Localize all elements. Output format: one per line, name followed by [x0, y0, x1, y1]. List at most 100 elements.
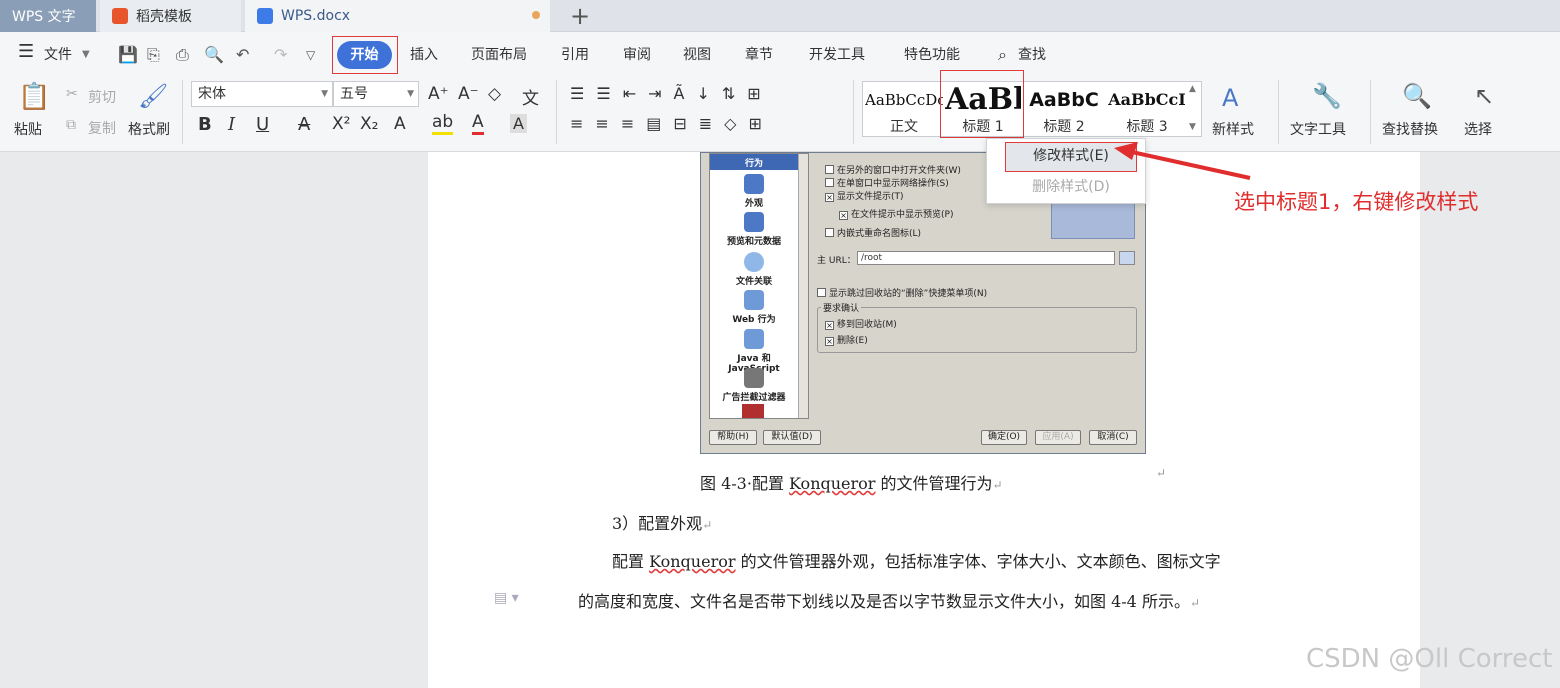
para-keyword: Konqueror — [649, 552, 736, 571]
style-heading-3[interactable]: AaBbCcI 标题 3 — [1107, 82, 1187, 138]
redo-icon[interactable]: ↷ — [274, 44, 287, 66]
hamburger-icon[interactable]: ☰ — [18, 41, 34, 63]
wrench-icon[interactable]: 🔧 — [1312, 82, 1342, 110]
menu-page-layout[interactable]: 页面布局 — [471, 44, 527, 66]
bold-icon[interactable]: B — [198, 114, 212, 135]
highlight-icon[interactable]: ab — [432, 112, 454, 135]
option-label: 移到回收站(M) — [837, 320, 897, 330]
figure-caption[interactable]: 图 4-3·配置 Konqueror 的文件管理行为↵ — [700, 470, 1003, 494]
select-button[interactable]: 选择 — [1464, 119, 1492, 139]
tab-label: 稻壳模板 — [136, 9, 192, 25]
style-label: 标题 3 — [1126, 119, 1168, 135]
nav-label: 广告拦截过滤器 — [722, 393, 786, 403]
grow-font-icon[interactable]: A⁺ — [428, 84, 449, 104]
menu-section[interactable]: 章节 — [745, 44, 773, 66]
scroll-up-icon[interactable]: ▲ — [1189, 84, 1196, 94]
text-tools-button[interactable]: 文字工具 — [1290, 119, 1346, 139]
tab-docer-templates[interactable]: 稻壳模板 — [100, 0, 241, 32]
menu-view[interactable]: 视图 — [683, 44, 711, 66]
find-replace-button[interactable]: 查找替换 — [1382, 119, 1438, 139]
paste-icon[interactable]: 📋 — [18, 82, 50, 112]
nav-file-assoc: 文件关联 — [710, 252, 798, 287]
help-button: 帮助(H) — [709, 430, 757, 445]
watermark: CSDN @Oll Correct — [1306, 644, 1553, 674]
paragraph-line-1[interactable]: 配置 Konqueror 的文件管理器外观，包括标准字体、字体大小、文本颜色、图… — [612, 548, 1221, 572]
copy-button[interactable]: 复制 — [88, 118, 116, 138]
more-styles-icon[interactable]: ▼ — [1189, 122, 1196, 132]
find-replace-icon[interactable]: 🔍 — [1402, 82, 1432, 110]
paste-button[interactable]: 粘贴 — [14, 119, 42, 139]
nav-preview: 预览和元数据 — [710, 212, 798, 247]
nav-adblock: 广告拦截过滤器 — [710, 368, 798, 403]
para-text: 配置 — [612, 552, 650, 571]
cut-button[interactable]: 剪切 — [88, 87, 116, 107]
print-preview-icon[interactable]: 🔍 — [204, 44, 224, 66]
chevron-down-icon[interactable]: ▼ — [82, 44, 90, 66]
shrink-font-icon[interactable]: A⁻ — [458, 84, 479, 104]
menu-search[interactable]: 查找 — [1018, 44, 1046, 66]
format-painter-icon[interactable]: 🖌 — [138, 82, 168, 110]
cancel-button: 取消(C) — [1089, 430, 1137, 445]
font-color-icon[interactable]: A — [472, 112, 484, 135]
undo-icon[interactable]: ↶ — [236, 44, 249, 66]
divider — [182, 80, 183, 144]
new-tab-icon[interactable]: + — [570, 2, 590, 30]
new-style-icon[interactable]: A — [1222, 84, 1238, 112]
style-heading-2[interactable]: AaBbC 标题 2 — [1023, 82, 1105, 138]
option-label: 在文件提示中显示预览(P) — [851, 210, 954, 220]
strikethrough-icon[interactable]: A — [298, 114, 310, 135]
save-icon[interactable]: 💾 — [118, 44, 138, 66]
paragraph-line-2[interactable]: 的高度和宽度、文件名是否带下划线以及是否以字节数显示文件大小，如图 4-4 所示… — [578, 588, 1200, 612]
italic-icon[interactable]: I — [228, 114, 235, 135]
font-size-select[interactable]: 五号 ▼ — [333, 81, 419, 107]
more-icon[interactable]: ▽ — [306, 44, 315, 66]
menu-features[interactable]: 特色功能 — [904, 44, 960, 66]
phonetic-icon[interactable]: 文 — [522, 84, 539, 109]
menu-file[interactable]: 文件 — [44, 44, 72, 66]
format-painter-button[interactable]: 格式刷 — [128, 119, 170, 139]
java-icon — [744, 329, 764, 349]
confirm-group — [817, 307, 1137, 353]
new-style-button[interactable]: 新样式 — [1212, 119, 1254, 139]
tab-label: WPS 文字 — [12, 9, 76, 25]
output-icon[interactable]: ⎘ — [147, 44, 160, 66]
menu-insert[interactable]: 插入 — [410, 44, 438, 66]
tab-document[interactable]: WPS.docx — [245, 0, 550, 32]
filter-icon — [744, 368, 764, 388]
tab-label: WPS.docx — [281, 8, 351, 24]
nav-appearance: 外观 — [710, 174, 798, 209]
select-cursor-icon[interactable]: ↖ — [1474, 82, 1494, 110]
chevron-down-icon: ▼ — [407, 89, 414, 99]
nav-label: Web 行为 — [732, 315, 776, 325]
superscript-icon[interactable]: X² — [332, 114, 350, 134]
file-assoc-icon — [744, 252, 764, 272]
clear-format-icon[interactable]: ◇ — [488, 84, 501, 104]
paragraph-handle-icon[interactable]: ▤ ▾ — [494, 590, 519, 606]
menu-references[interactable]: 引用 — [561, 44, 589, 66]
scissors-icon[interactable]: ✂ — [66, 86, 78, 102]
confirm-2: × 删除(E) — [825, 336, 868, 346]
copy-icon[interactable]: ⧉ — [66, 117, 76, 133]
style-preview: AaBbC — [1029, 89, 1099, 111]
style-label: 正文 — [890, 119, 918, 135]
subscript-icon[interactable]: X₂ — [360, 114, 378, 134]
section-heading[interactable]: 3）配置外观↵ — [612, 510, 712, 534]
tab-wps-writer[interactable]: WPS 文字 — [0, 0, 96, 32]
print-icon[interactable]: ⎙ — [176, 44, 189, 66]
style-normal[interactable]: AaBbCcDc 正文 — [865, 82, 943, 138]
font-family-select[interactable]: 宋体 ▼ — [191, 81, 333, 107]
size-value: 五号 — [340, 86, 368, 102]
search-icon[interactable]: ⌕ — [998, 44, 1007, 66]
paragraph-tools-bottom[interactable]: ≡≡≡▤⊟≣◇⊞ — [570, 114, 774, 133]
menu-review[interactable]: 审阅 — [623, 44, 651, 66]
text-effect-icon[interactable]: A — [394, 114, 406, 134]
menu-developer[interactable]: 开发工具 — [809, 44, 865, 66]
char-shading-icon[interactable]: A — [510, 114, 527, 133]
paragraph-mark-icon: ↵ — [702, 518, 713, 532]
trash-option: 显示跳过回收站的“删除”快捷菜单项(N) — [817, 286, 987, 299]
option-5: 内嵌式重命名图标(L) — [825, 226, 921, 239]
caption-text: 图 4-3·配置 — [700, 474, 790, 493]
underline-icon[interactable]: U — [256, 114, 269, 135]
url-field: /root — [857, 251, 1115, 265]
paragraph-tools-top[interactable]: ☰☰⇤⇥Ã↓⇅⊞ — [570, 84, 773, 103]
